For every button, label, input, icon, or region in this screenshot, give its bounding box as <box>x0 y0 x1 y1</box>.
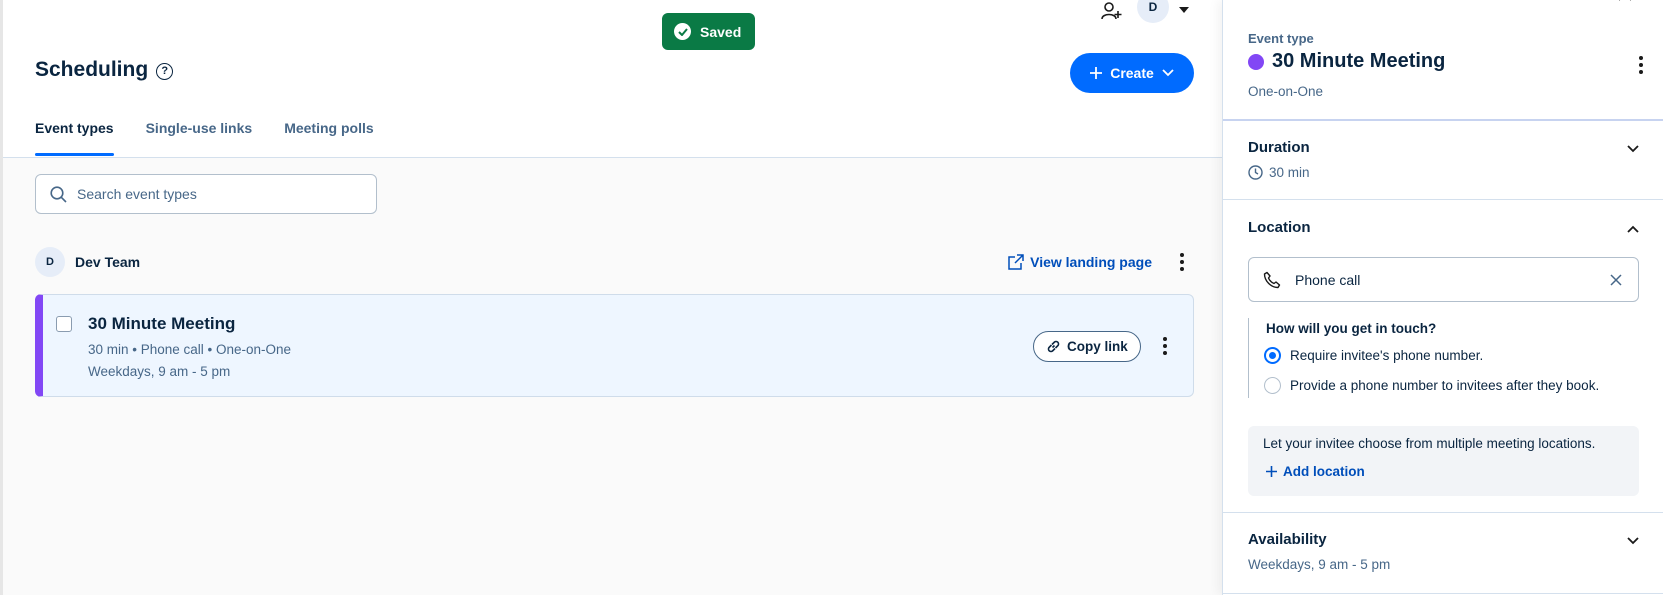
clear-icon[interactable] <box>1610 273 1622 286</box>
event-type-card[interactable]: 30 Minute Meeting 30 min • Phone call • … <box>35 294 1194 397</box>
page-title: Scheduling ? <box>35 58 174 82</box>
page-title-text: Scheduling <box>35 58 149 81</box>
tab-event-types[interactable]: Event types <box>35 108 114 156</box>
contact-question: How will you get in touch? <box>1266 321 1437 336</box>
multiple-locations-text: Let your invitee choose from multiple me… <box>1263 436 1596 451</box>
add-location-label: Add location <box>1283 464 1365 479</box>
event-color-dot <box>1248 53 1264 70</box>
radio-option-require-phone[interactable]: Require invitee's phone number. <box>1264 347 1483 364</box>
multiple-locations-box: Let your invitee choose from multiple me… <box>1248 426 1639 496</box>
location-field[interactable]: Phone call <box>1248 257 1639 302</box>
event-card-more-icon[interactable] <box>1153 334 1177 358</box>
duration-value: 30 min <box>1248 165 1310 180</box>
plus-icon <box>1090 67 1103 79</box>
panel-event-type-label: Event type <box>1248 31 1314 46</box>
contact-options: How will you get in touch? Require invit… <box>1248 318 1638 398</box>
chevron-down-icon[interactable] <box>1626 536 1640 546</box>
add-location-link[interactable]: Add location <box>1266 464 1365 479</box>
team-avatar: D <box>35 247 65 277</box>
panel-event-title: 30 Minute Meeting <box>1248 50 1445 73</box>
availability-value: Weekdays, 9 am - 5 pm <box>1248 557 1391 572</box>
divider <box>1223 199 1663 200</box>
saved-toast-text: Saved <box>700 23 742 40</box>
tab-bar: Event types Single-use links Meeting pol… <box>35 108 374 156</box>
main-content: Saved D Scheduling ? Create Event types … <box>0 0 1225 595</box>
view-landing-page-label: View landing page <box>1030 254 1152 270</box>
close-icon[interactable] <box>1617 0 1633 6</box>
phone-icon <box>1263 271 1281 288</box>
radio-button[interactable] <box>1264 377 1281 394</box>
location-title[interactable]: Location <box>1248 219 1311 236</box>
event-card-meta: 30 min • Phone call • One-on-One <box>88 342 292 357</box>
panel-event-subtitle: One-on-One <box>1248 84 1324 99</box>
team-more-icon[interactable] <box>1170 250 1194 274</box>
create-button-label: Create <box>1110 65 1154 81</box>
event-card-title[interactable]: 30 Minute Meeting <box>88 314 235 334</box>
availability-title[interactable]: Availability <box>1248 531 1327 548</box>
chevron-down-icon[interactable] <box>1626 144 1640 154</box>
search-box <box>35 174 377 214</box>
team-name: Dev Team <box>75 254 141 270</box>
radio-option-provide-phone[interactable]: Provide a phone number to invitees after… <box>1264 377 1599 394</box>
copy-link-button[interactable]: Copy link <box>1033 331 1141 362</box>
search-icon <box>50 185 67 203</box>
add-user-icon[interactable] <box>1101 1 1123 23</box>
chevron-down-icon <box>1162 69 1174 77</box>
duration-value-text: 30 min <box>1269 165 1310 180</box>
chevron-up-icon[interactable] <box>1626 224 1640 234</box>
divider <box>1223 119 1663 121</box>
panel-more-icon[interactable] <box>1629 53 1653 77</box>
event-type-panel: Event type 30 Minute Meeting One-on-One … <box>1222 0 1663 595</box>
external-link-icon <box>1008 254 1024 270</box>
copy-link-label: Copy link <box>1067 339 1128 354</box>
event-card-hours: Weekdays, 9 am - 5 pm <box>88 364 231 379</box>
caret-down-icon[interactable] <box>1179 7 1189 13</box>
location-value: Phone call <box>1295 271 1361 288</box>
link-icon <box>1047 340 1060 353</box>
radio-option-label: Require invitee's phone number. <box>1290 348 1484 363</box>
saved-toast: Saved <box>662 13 756 50</box>
help-icon[interactable]: ? <box>156 62 174 80</box>
event-card-checkbox[interactable] <box>56 316 72 332</box>
divider <box>1223 593 1663 594</box>
create-button[interactable]: Create <box>1070 53 1194 93</box>
tab-meeting-polls[interactable]: Meeting polls <box>284 108 373 156</box>
radio-button-selected[interactable] <box>1264 347 1281 364</box>
panel-event-title-text: 30 Minute Meeting <box>1272 50 1446 72</box>
user-avatar[interactable]: D <box>1137 0 1169 23</box>
check-circle-icon <box>674 23 691 40</box>
tab-single-use-links[interactable]: Single-use links <box>146 108 253 156</box>
view-landing-page-link[interactable]: View landing page <box>1008 254 1152 270</box>
team-row: D Dev Team View landing page <box>35 246 1194 278</box>
top-icons: D <box>1101 0 1189 24</box>
radio-option-label: Provide a phone number to invitees after… <box>1290 378 1600 393</box>
plus-icon <box>1266 466 1277 477</box>
clock-icon <box>1248 165 1263 180</box>
duration-title[interactable]: Duration <box>1248 139 1310 156</box>
search-input[interactable] <box>77 186 357 202</box>
divider <box>1223 512 1663 513</box>
